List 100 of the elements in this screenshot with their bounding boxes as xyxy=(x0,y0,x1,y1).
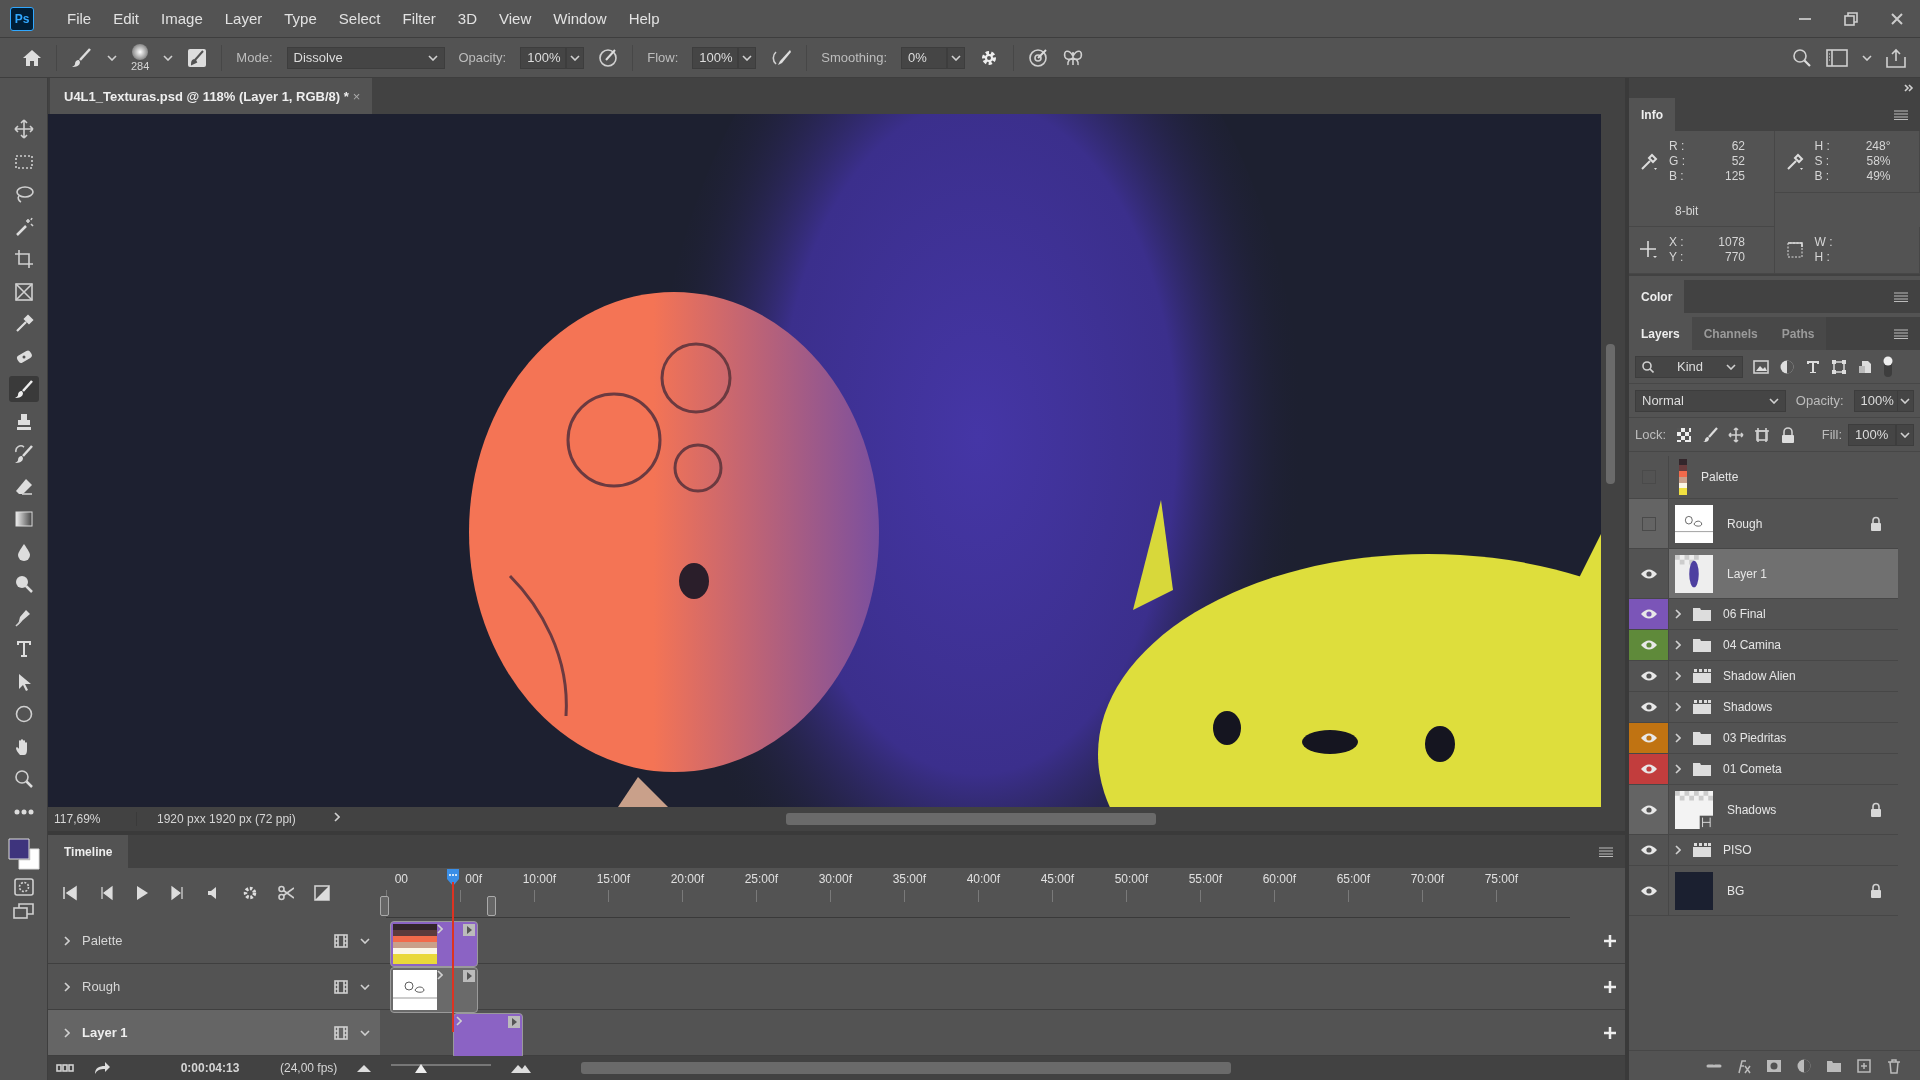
eye-icon[interactable] xyxy=(1639,884,1658,897)
slider-thumb[interactable] xyxy=(415,1064,428,1073)
panel-tab[interactable]: Info xyxy=(1629,98,1675,131)
eye-icon[interactable] xyxy=(1639,639,1658,651)
layer-row[interactable]: 04 Camina xyxy=(1669,630,1898,660)
panel-tab[interactable]: Color xyxy=(1629,280,1685,313)
butterfly-icon[interactable] xyxy=(1062,47,1084,68)
fx-icon[interactable] xyxy=(1736,1057,1752,1074)
workspace-icon[interactable] xyxy=(1826,48,1848,67)
chevron-right-icon[interactable] xyxy=(64,1027,70,1038)
type-filter-icon[interactable] xyxy=(1805,358,1821,375)
flow-field[interactable]: 100% xyxy=(692,46,739,69)
blend-mode-dropdown[interactable]: Normal xyxy=(1635,389,1786,412)
chevron-right-icon[interactable] xyxy=(64,935,70,946)
chevron-right-icon[interactable] xyxy=(64,981,70,992)
crosshair-icon[interactable] xyxy=(1639,240,1659,260)
panel-tab[interactable]: Paths xyxy=(1769,317,1827,350)
panel-menu-icon[interactable] xyxy=(1599,846,1613,857)
add-icon[interactable] xyxy=(1603,979,1617,994)
background-swatch[interactable] xyxy=(18,848,39,870)
tool-button[interactable] xyxy=(8,376,39,402)
search-icon[interactable] xyxy=(1792,47,1812,68)
eye-icon[interactable] xyxy=(1639,608,1658,620)
layer-row[interactable]: 06 Final xyxy=(1669,599,1898,629)
play-icon[interactable] xyxy=(134,885,150,901)
menu-item[interactable]: Image xyxy=(150,10,214,27)
foreground-swatch[interactable] xyxy=(8,838,29,860)
brush-settings-icon[interactable] xyxy=(187,47,208,68)
dropdown-button[interactable] xyxy=(738,46,757,69)
menu-item[interactable]: 3D xyxy=(446,10,489,27)
new-layer-icon[interactable] xyxy=(1856,1057,1872,1074)
eye-icon[interactable] xyxy=(1639,670,1658,682)
work-area-end-handle[interactable] xyxy=(487,896,496,916)
chevron-right-icon[interactable] xyxy=(1675,764,1681,774)
eye-icon[interactable] xyxy=(1639,844,1658,856)
clip[interactable] xyxy=(390,967,478,1013)
panel-tab[interactable]: Channels xyxy=(1691,317,1770,350)
menu-item[interactable]: Help xyxy=(617,10,671,27)
shape-filter-icon[interactable] xyxy=(1831,358,1847,375)
smoothing-field[interactable]: 0% xyxy=(901,46,947,69)
eye-icon[interactable] xyxy=(1639,763,1658,775)
home-icon[interactable] xyxy=(22,48,42,67)
zoom-in-icon[interactable] xyxy=(511,1063,532,1073)
image-filter-icon[interactable] xyxy=(1753,358,1769,375)
transition-icon[interactable] xyxy=(314,885,330,901)
panel-menu-icon[interactable] xyxy=(1894,291,1908,302)
zoom-slider[interactable] xyxy=(391,1062,492,1074)
menu-item[interactable]: Type xyxy=(273,10,328,27)
chevron-right-icon[interactable] xyxy=(1675,609,1681,619)
add-icon[interactable] xyxy=(1603,1025,1617,1040)
zoom-out-icon[interactable] xyxy=(357,1064,372,1072)
chevron-right-icon[interactable] xyxy=(1675,640,1681,650)
panel-tab[interactable]: Layers xyxy=(1629,317,1692,350)
artboard-icon[interactable] xyxy=(1754,426,1771,443)
work-area-start-handle[interactable] xyxy=(380,896,389,916)
eye-icon[interactable] xyxy=(1639,567,1658,580)
scrollbar-thumb[interactable] xyxy=(786,813,1156,825)
chevron-right-icon[interactable] xyxy=(1675,671,1681,681)
gear-icon[interactable] xyxy=(242,885,258,901)
layer-row[interactable]: Shadows xyxy=(1669,692,1898,722)
menu-item[interactable]: Filter xyxy=(391,10,447,27)
add-icon[interactable] xyxy=(1603,933,1617,948)
layer-row[interactable]: Shadows xyxy=(1669,785,1898,834)
scrollbar-thumb[interactable] xyxy=(1606,344,1615,484)
first-frame-icon[interactable] xyxy=(62,885,78,901)
layer-row[interactable]: PISO xyxy=(1669,835,1898,865)
opacity-field[interactable]: 100% xyxy=(520,46,567,69)
pressure-size-icon[interactable] xyxy=(1028,47,1048,68)
scrollbar-thumb[interactable] xyxy=(581,1062,1232,1074)
share-icon[interactable] xyxy=(1886,47,1906,68)
layer-row[interactable]: BG xyxy=(1669,866,1898,915)
dropdown-button[interactable] xyxy=(1896,423,1914,446)
adjustment-icon[interactable] xyxy=(1796,1057,1812,1074)
brush-icon[interactable] xyxy=(71,47,93,68)
previous-frame-icon[interactable] xyxy=(98,885,114,901)
filter-dropdown[interactable]: Kind xyxy=(1635,355,1743,378)
chevron-right-icon[interactable] xyxy=(1675,845,1681,855)
menu-item[interactable]: Layer xyxy=(213,10,274,27)
screen-mode-icon[interactable] xyxy=(12,902,35,920)
eyedropper-icon[interactable] xyxy=(1639,151,1659,172)
layer-row[interactable]: Palette xyxy=(1669,456,1898,498)
menu-item[interactable]: Edit xyxy=(102,10,151,27)
panel-menu-icon[interactable] xyxy=(1894,109,1908,120)
lock-icon[interactable] xyxy=(1780,426,1797,443)
adjustment-filter-icon[interactable] xyxy=(1779,358,1795,375)
film-icon[interactable] xyxy=(334,933,348,948)
menu-item[interactable]: File xyxy=(56,10,103,27)
layer-row[interactable]: Layer 1 xyxy=(1669,549,1898,598)
quick-mask-icon[interactable] xyxy=(13,877,34,896)
mode-dropdown[interactable]: Dissolve xyxy=(286,46,445,69)
visibility-toggle[interactable] xyxy=(1641,516,1656,531)
track-header[interactable]: Rough xyxy=(48,964,380,1009)
eye-icon[interactable] xyxy=(1639,732,1658,744)
layer-row[interactable]: Shadow Alien xyxy=(1669,661,1898,691)
smart-object-filter-icon[interactable] xyxy=(1857,358,1873,375)
panel-tab[interactable]: Timeline xyxy=(48,835,129,868)
clip[interactable] xyxy=(453,1013,524,1056)
move-icon[interactable] xyxy=(1728,426,1745,443)
frame-animation-icon[interactable] xyxy=(56,1064,74,1072)
menu-item[interactable]: Select xyxy=(327,10,392,27)
